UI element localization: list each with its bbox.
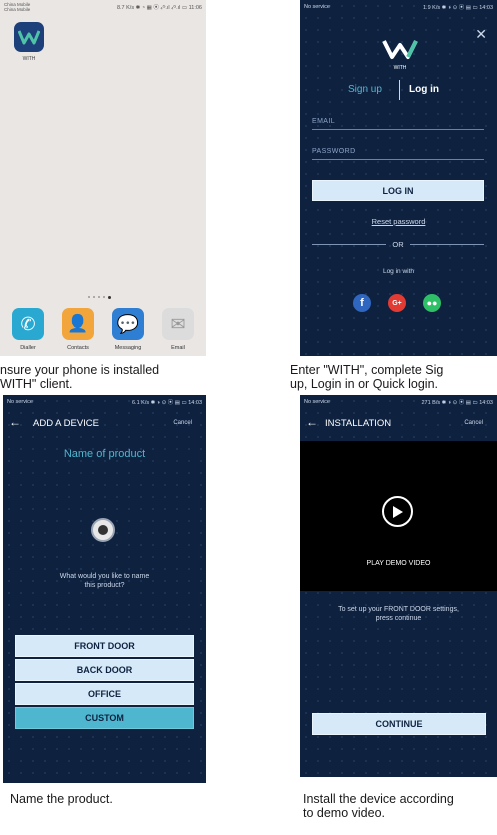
envelope-icon: ✉	[162, 308, 194, 340]
wechat-icon: ●●	[426, 298, 438, 308]
back-arrow-icon[interactable]: ←	[306, 415, 318, 429]
setup-instructions: To set up your FRONT DOOR settings, pres…	[338, 606, 459, 622]
play-demo-label: PLAY DEMO VIDEO	[366, 560, 431, 567]
carrier-text: China Mobile China Mobile	[4, 2, 31, 12]
tab-divider	[399, 80, 400, 100]
status-bar: No service 1.9 K/s ✱ ◑ ⊙ ⦿ ▤ ▭ 14:03	[300, 0, 497, 14]
dialler-label: Dialler	[20, 345, 36, 351]
login-button[interactable]: LOG IN	[312, 180, 484, 201]
message-bubble-icon: 💬	[112, 308, 144, 340]
password-field[interactable]: PASSWORD	[312, 148, 484, 160]
status-icons: 1.9 K/s ✱ ◑ ⊙ ⦿ ▤ ▭ 14:03	[422, 5, 493, 11]
messaging-label: Messaging	[114, 345, 142, 351]
google-plus-button[interactable]: G+	[388, 294, 406, 312]
step3-caption: Name the product.	[10, 792, 113, 806]
with-logo: WITH	[380, 38, 420, 71]
no-service-text: No service	[304, 4, 330, 10]
facebook-button[interactable]: f	[353, 294, 371, 312]
dialler-app[interactable]: ✆ Dialler	[12, 308, 44, 351]
google-plus-icon: G+	[392, 299, 402, 307]
step2-caption: Enter "WITH", complete Sig up, Login in …	[290, 363, 444, 391]
page-title: ADD A DEVICE	[33, 418, 99, 429]
wechat-button[interactable]: ●●	[423, 294, 441, 312]
add-device-screen: No service 6.1 K/s ✱ ◑ ⊙ ⦿ ▤ ▭ 14:03 ← A…	[3, 395, 206, 783]
product-heading: Name of product	[63, 448, 146, 460]
phone-icon: ✆	[12, 308, 44, 340]
with-app-label: WITH	[22, 56, 36, 62]
demo-video-area[interactable]: PLAY DEMO VIDEO	[300, 441, 497, 591]
email-app[interactable]: ✉ Email	[162, 308, 194, 351]
with-app-icon[interactable]	[14, 22, 44, 52]
page-title: INSTALLATION	[325, 418, 392, 429]
continue-button[interactable]: CONTINUE	[312, 713, 486, 735]
email-field[interactable]: EMAIL	[312, 118, 484, 130]
tab-signup[interactable]: Sign up	[348, 84, 382, 95]
office-option[interactable]: OFFICE	[15, 683, 194, 705]
back-arrow-icon[interactable]: ←	[9, 415, 21, 429]
custom-option[interactable]: CUSTOM	[15, 707, 194, 729]
contacts-icon: 👤	[62, 308, 94, 340]
or-text: OR	[392, 240, 404, 249]
status-bar: China Mobile China Mobile 8.7 K/s ✱ ◔ ▦ …	[0, 0, 206, 14]
doorbell-device-icon	[91, 518, 115, 542]
status-icons: 8.7 K/s ✱ ◔ ▦ ⦿ ₄ᴳ.ıl ₄ᴳ.ıl ▭ 11:06	[116, 5, 202, 11]
with-logo-icon	[382, 40, 418, 59]
facebook-icon: f	[360, 297, 364, 309]
play-button[interactable]	[382, 496, 413, 527]
login-with-label: Log in with	[382, 268, 415, 275]
no-service-text: No service	[304, 399, 330, 405]
contacts-app[interactable]: 👤 Contacts	[62, 308, 94, 351]
close-icon[interactable]: ✕	[475, 26, 487, 43]
play-icon	[392, 505, 403, 518]
page-indicator	[88, 296, 111, 299]
reset-password-link[interactable]: Reset password	[300, 217, 497, 226]
installation-screen: No service 271 B/s ✱ ◑ ⊙ ⦿ ▤ ▭ 14:03 ← I…	[300, 395, 497, 777]
step4-caption: Install the device according to demo vid…	[303, 792, 454, 820]
status-icons: 271 B/s ✱ ◑ ⊙ ⦿ ▤ ▭ 14:03	[421, 400, 493, 406]
step1-caption: nsure your phone is installed WITH" clie…	[0, 363, 160, 391]
status-bar: No service 271 B/s ✱ ◑ ⊙ ⦿ ▤ ▭ 14:03	[300, 395, 497, 409]
home-screen: China Mobile China Mobile 8.7 K/s ✱ ◔ ▦ …	[0, 0, 206, 356]
back-door-option[interactable]: BACK DOOR	[15, 659, 194, 681]
messaging-app[interactable]: 💬 Messaging	[112, 308, 144, 351]
contacts-label: Contacts	[67, 345, 89, 351]
cancel-button[interactable]: Cancel	[173, 420, 192, 426]
or-divider: OR	[312, 240, 484, 249]
status-icons: 6.1 K/s ✱ ◑ ⊙ ⦿ ▤ ▭ 14:03	[131, 400, 202, 406]
name-question: What would you like to name this product…	[59, 573, 150, 589]
with-logo-icon	[18, 30, 40, 45]
email-label: Email	[171, 345, 185, 351]
dock: ✆ Dialler 👤 Contacts 💬 Messaging ✉ Email	[0, 306, 206, 356]
front-door-option[interactable]: FRONT DOOR	[15, 635, 194, 657]
login-screen: No service 1.9 K/s ✱ ◑ ⊙ ⦿ ▤ ▭ 14:03 ✕ W…	[300, 0, 497, 356]
tab-login[interactable]: Log in	[409, 84, 439, 95]
no-service-text: No service	[7, 399, 33, 405]
logo-text: WITH	[393, 65, 407, 71]
status-bar: No service 6.1 K/s ✱ ◑ ⊙ ⦿ ▤ ▭ 14:03	[3, 395, 206, 409]
cancel-button[interactable]: Cancel	[464, 420, 483, 426]
